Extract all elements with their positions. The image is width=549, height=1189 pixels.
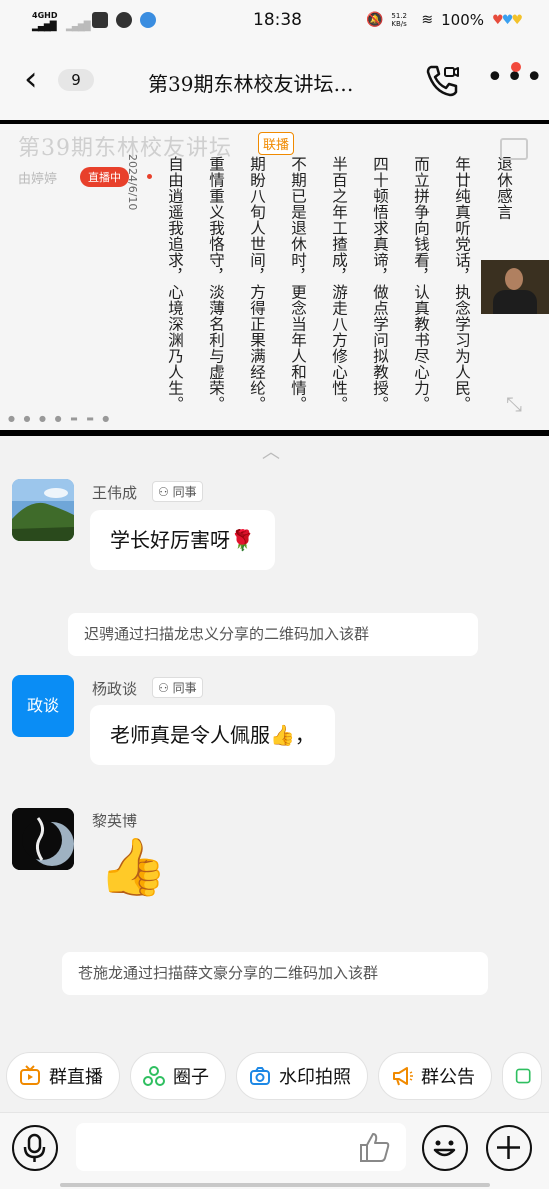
poem-line: 期盼八旬人世间，方得正果满经纶。 bbox=[248, 156, 266, 412]
wifi-icon: ≋ bbox=[421, 12, 434, 28]
circle-button[interactable]: 圈子 bbox=[130, 1052, 226, 1100]
system-notice: 苍施龙通过扫描薛文豪分享的二维码加入该群 bbox=[62, 952, 488, 995]
message-bubble[interactable]: 老师真是令人佩服👍， bbox=[90, 705, 335, 765]
thumbs-up-icon[interactable] bbox=[358, 1131, 392, 1163]
group-live-button[interactable]: 群直播 bbox=[6, 1052, 120, 1100]
poem-line: 年廿纯真听党话，执念学习为人民。 bbox=[453, 156, 471, 412]
chat-input-bar bbox=[0, 1112, 549, 1189]
poem-line: 退休感言 bbox=[495, 156, 513, 220]
slide-date: 2024/6/10 bbox=[126, 154, 139, 211]
unread-badge[interactable]: 9 bbox=[58, 69, 94, 91]
voice-button[interactable] bbox=[12, 1125, 58, 1171]
live-status-badge: 直播中 bbox=[80, 167, 129, 187]
add-button[interactable] bbox=[486, 1125, 532, 1171]
group-announcement-button[interactable]: 群公告 bbox=[378, 1052, 492, 1100]
live-dot bbox=[147, 174, 152, 179]
moon-avatar-image bbox=[12, 808, 74, 870]
circle-icon bbox=[143, 1066, 165, 1086]
poem-line: 四十顿悟求真谛，做点学问拟教授。 bbox=[371, 156, 389, 412]
message-input[interactable] bbox=[76, 1123, 406, 1171]
tv-icon bbox=[20, 1065, 40, 1085]
thumbs-up-sticker[interactable]: 👍 bbox=[98, 836, 168, 900]
home-indicator bbox=[60, 1183, 490, 1187]
status-bar: 4GHD ▂▄▆█ ▂▄▆█ 18:38 🔕 51.2 KB/s ≋ 100% … bbox=[0, 0, 549, 40]
megaphone-icon bbox=[393, 1067, 413, 1086]
sender-name: 王伟成 bbox=[92, 484, 138, 502]
smiley-icon bbox=[433, 1140, 456, 1157]
watermark-photo-button[interactable]: 水印拍照 bbox=[236, 1052, 368, 1100]
chat-header: ‹ 9 第39期东林校友讲坛… ••• bbox=[0, 40, 549, 120]
app-notification-icon-2 bbox=[116, 12, 132, 28]
message-bubble[interactable]: 学长好厉害呀🌹 bbox=[90, 510, 275, 570]
avatar[interactable]: 政谈 bbox=[12, 675, 74, 737]
notification-dot bbox=[511, 62, 521, 72]
poem-line: 而立拼争向钱看，认真教书尽心力。 bbox=[412, 156, 430, 412]
plus-icon bbox=[497, 1136, 520, 1159]
mountain-avatar-image bbox=[12, 479, 74, 541]
mute-icon: 🔕 bbox=[365, 12, 384, 28]
system-notice: 迟骋通过扫描龙忠义分享的二维码加入该群 bbox=[68, 613, 478, 656]
more-action-icon bbox=[515, 1068, 531, 1084]
battery-level: 100% bbox=[441, 11, 485, 29]
emoji-button[interactable] bbox=[422, 1125, 468, 1171]
poem-line: 自由逍遥我追求，心境深渊乃人生。 bbox=[166, 156, 184, 412]
poem-line: 重情重义我恪守，淡薄名利与虚荣。 bbox=[207, 156, 225, 412]
fullscreen-icon[interactable]: ⤡ bbox=[506, 392, 522, 416]
speaker-face bbox=[505, 268, 523, 290]
poem-line: 不期已是退休时，更念当年人和情。 bbox=[289, 156, 307, 412]
signal-icon-2: ▂▄▆█ bbox=[66, 22, 91, 32]
speaker-body bbox=[493, 290, 537, 314]
cast-icon[interactable] bbox=[500, 138, 528, 160]
slide-title: 第39期东林校友讲坛 bbox=[18, 136, 232, 161]
avatar[interactable] bbox=[12, 479, 74, 541]
sender-name: 杨政谈 bbox=[92, 680, 138, 698]
quick-actions-bar: 群直播 圈子 水印拍照 群公告 bbox=[6, 1052, 542, 1100]
live-stream-player[interactable]: 第39期东林校友讲坛 联播 由婷婷 直播中 2024/6/10 退休感言 年廿纯… bbox=[0, 120, 549, 436]
role-tag: ⚇ 同事 bbox=[152, 481, 203, 502]
battery-hearts-icon: ♥♥♥ bbox=[492, 12, 523, 28]
app-notification-icon bbox=[92, 12, 108, 28]
collapse-chevron-icon[interactable]: ︿ bbox=[262, 438, 280, 464]
back-icon[interactable]: ‹ bbox=[24, 62, 38, 96]
role-tag: ⚇ 同事 bbox=[152, 677, 203, 698]
speaker-camera-thumbnail[interactable] bbox=[481, 260, 549, 314]
poem-line: 半百之年工揸成，游走八方修心性。 bbox=[330, 156, 348, 412]
signal-icon: ▂▄▆█ bbox=[32, 22, 57, 32]
chat-title: 第39期东林校友讲坛… bbox=[148, 72, 354, 96]
microphone-icon bbox=[23, 1133, 46, 1162]
more-actions-button[interactable] bbox=[502, 1052, 542, 1100]
net-speed: 51.2 KB/s bbox=[391, 12, 407, 28]
camera-icon bbox=[250, 1067, 270, 1085]
relay-tag: 联播 bbox=[258, 132, 295, 155]
shared-slide: 第39期东林校友讲坛 联播 由婷婷 直播中 2024/6/10 退休感言 年廿纯… bbox=[0, 124, 549, 430]
clock: 18:38 bbox=[253, 10, 302, 30]
call-icon[interactable] bbox=[424, 62, 460, 98]
host-name: 由婷婷 bbox=[18, 172, 58, 187]
sender-name: 黎英博 bbox=[92, 812, 138, 830]
slide-toolbar-icons: ● ● ● ● ▬ ▬ ● bbox=[8, 414, 113, 423]
app-notification-icon-3 bbox=[140, 12, 156, 28]
network-indicator: 4GHD bbox=[32, 11, 58, 20]
avatar[interactable] bbox=[12, 808, 74, 870]
